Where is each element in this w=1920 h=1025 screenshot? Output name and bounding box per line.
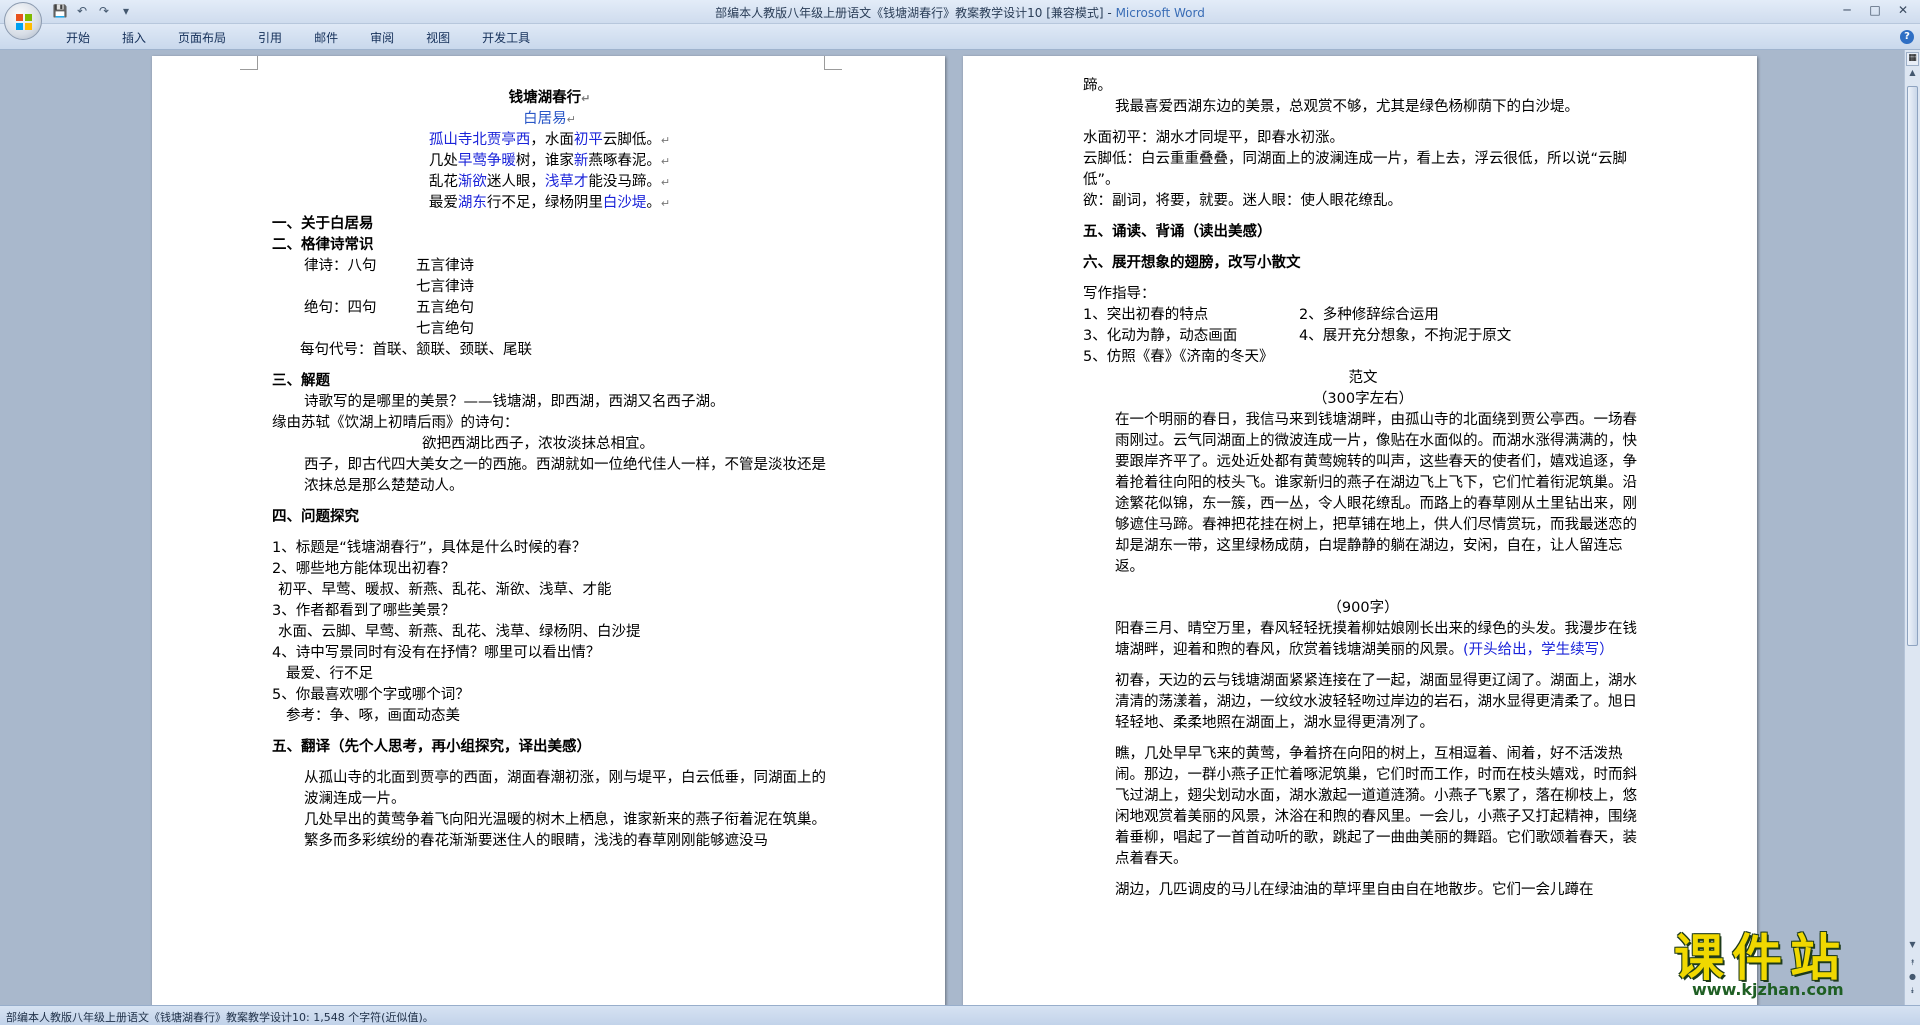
paragraph: 繁多而多彩缤纷的春花渐渐要迷住人的眼睛，浅浅的春草刚刚能够遮没马 — [304, 833, 768, 849]
answer: 初平、早莺、暖叔、新燕、乱花、渐欲、浅草、才能 — [278, 582, 612, 598]
line: （300字左右） — [1312, 391, 1414, 407]
ribbon-tabs: 开始 插入 页面布局 引用 邮件 审阅 视图 开发工具 — [50, 29, 546, 47]
office-button[interactable] — [4, 2, 42, 40]
line: 5、仿照《春》《济南的冬天》 — [1083, 349, 1274, 365]
section-heading: 四、问题探究 — [272, 509, 359, 525]
line: 写作指导： — [1083, 286, 1156, 302]
poem-line: 几处早莺争暖树，谁家新燕啄春泥。↵ — [428, 153, 671, 169]
status-bar: 部编本人教版八年级上册语文《钱塘湖春行》教案教学设计10: 1,548 个字符(… — [0, 1005, 1920, 1025]
paragraph: 湖边，几匹调皮的马儿在绿油油的草坪里自由自在地散步。它们一会儿蹲在 — [1115, 882, 1594, 898]
paragraph: 西子，即古代四大美女之一的西施。西湖就如一位绝代佳人一样，不管是淡妆还是浓抹总是… — [304, 457, 826, 494]
poem-line: 最爱湖东行不足，绿杨阴里白沙堤。↵ — [428, 195, 671, 211]
poem-title: 钱塘湖春行↵ — [508, 90, 591, 106]
scroll-up-icon[interactable]: ▲ — [1906, 68, 1919, 82]
paragraph: 从孤山寺的北面到贾亭的西面，湖面春潮初涨，刚与堤平，白云低垂，同湖面上的波澜连成… — [304, 770, 826, 807]
office-logo-icon — [16, 14, 32, 30]
line: （900字） — [1327, 600, 1399, 616]
status-text: 部编本人教版八年级上册语文《钱塘湖春行》教案教学设计10: 1,548 个字符(… — [6, 1011, 434, 1024]
tab-6[interactable]: 视图 — [410, 29, 466, 47]
paragraph: 云脚低：白云重重叠叠，同湖面上的波澜连成一片，看上去，浮云很低，所以说“云脚低”… — [1083, 151, 1628, 188]
page-right-content[interactable]: 蹄。 我最喜爱西湖东边的美景，总观赏不够，尤其是绿色杨柳荫下的白沙堤。 水面初平… — [1083, 76, 1643, 901]
help-icon[interactable]: ? — [1900, 30, 1914, 44]
tab-4[interactable]: 邮件 — [298, 29, 354, 47]
line: 诗歌写的是哪里的美景？——钱塘湖，即西湖，西湖又名西子湖。 — [304, 394, 725, 410]
tab-0[interactable]: 开始 — [50, 29, 106, 47]
question: 4、诗中写景同时有没有在抒情？哪里可以看出情？ — [272, 645, 601, 661]
line: 蹄。 — [1083, 78, 1112, 94]
previous-page-icon[interactable]: ⯭ — [1906, 958, 1919, 972]
line: 欲：副词，将要，就要。迷人眼：使人眼花缭乱。 — [1083, 193, 1402, 209]
question: 2、哪些地方能体现出初春？ — [272, 561, 456, 577]
section-heading: 六、展开想象的翅膀，改写小散文 — [1083, 255, 1301, 271]
section-heading: 三、解题 — [272, 373, 330, 389]
line: 欲把西湖比西子，浓妆淡抹总相宜。 — [422, 436, 654, 452]
browse-object-icon[interactable]: ● — [1906, 972, 1919, 986]
poem-line: 孤山寺北贾亭西，水面初平云脚低。↵ — [428, 132, 671, 148]
question: 5、你最喜欢哪个字或哪个词？ — [272, 687, 470, 703]
paragraph: 在一个明丽的春日，我信马来到钱塘湖畔，由孤山寺的北面绕到贾公亭西。一场春雨刚过。… — [1115, 412, 1637, 575]
line: 水面初平：湖水才同堤平，即春水初涨。 — [1083, 130, 1344, 146]
section-heading: 五、翻译（先个人思考，再小组探究，译出美感） — [272, 739, 591, 755]
paragraph: 阳春三月、晴空万里，春风轻轻抚摸着柳姑娘刚长出来的绿色的头发。我漫步在钱塘湖畔，… — [1115, 621, 1637, 658]
tab-7[interactable]: 开发工具 — [466, 29, 546, 47]
tab-2[interactable]: 页面布局 — [162, 29, 242, 47]
line: 缘由苏轼《饮湖上初晴后雨》的诗句： — [272, 415, 519, 431]
section-heading: 二、格律诗常识 — [272, 237, 374, 253]
tab-5[interactable]: 审阅 — [354, 29, 410, 47]
page-left-content[interactable]: 钱塘湖春行↵ 白居易↵ 孤山寺北贾亭西，水面初平云脚低。↵ 几处早莺争暖树，谁家新… — [272, 88, 827, 852]
question: 3、作者都看到了哪些美景？ — [272, 603, 456, 619]
vertical-scrollbar[interactable]: ▦ ▲ ▼ ⯭ ● ⯯ — [1904, 50, 1920, 1005]
margin-corner — [240, 56, 258, 70]
next-page-icon[interactable]: ⯯ — [1906, 986, 1919, 1000]
paragraph: 几处早出的黄莺争着飞向阳光温暖的树木上栖息，谁家新来的燕子衔着泥在筑巢。 — [304, 812, 826, 828]
line: 七言绝句 — [416, 321, 474, 337]
maximize-icon[interactable]: □ — [1862, 1, 1888, 19]
title-bar: 💾 ↶ ↷ ▾ 部编本人教版八年级上册语文《钱塘湖春行》教案教学设计10 [兼容… — [0, 0, 1920, 24]
answer: 最爱、行不足 — [286, 666, 373, 682]
poem-author: 白居易↵ — [523, 111, 576, 127]
tab-3[interactable]: 引用 — [242, 29, 298, 47]
window-title: 部编本人教版八年级上册语文《钱塘湖春行》教案教学设计10 [兼容模式] - Mi… — [715, 6, 1205, 20]
poem-line: 乱花渐欲迷人眼，浅草才能没马蹄。↵ — [428, 174, 671, 190]
document-area: 钱塘湖春行↵ 白居易↵ 孤山寺北贾亭西，水面初平云脚低。↵ 几处早莺争暖树，谁家新… — [0, 50, 1904, 1005]
section-heading: 一、关于白居易 — [272, 216, 374, 232]
answer: 水面、云脚、早莺、新燕、乱花、浅草、绿杨阴、白沙提 — [278, 624, 641, 640]
margin-corner — [824, 56, 842, 70]
ruler-toggle-icon[interactable]: ▦ — [1906, 52, 1919, 66]
ribbon: 开始 插入 页面布局 引用 邮件 审阅 视图 开发工具 ? — [0, 24, 1920, 50]
watermark-url: www.kjzhan.com — [1692, 980, 1844, 999]
answer: 参考：争、啄，画面动态美 — [286, 708, 460, 724]
poem-body: 孤山寺北贾亭西，水面初平云脚低。↵ 几处早莺争暖树，谁家新燕啄春泥。↵ 乱花渐欲迷人… — [272, 130, 827, 214]
line: 3、化动为静，动态画面 4、展开充分想象，不拘泥于原文 — [1083, 328, 1512, 344]
page-left: 钱塘湖春行↵ 白居易↵ 孤山寺北贾亭西，水面初平云脚低。↵ 几处早莺争暖树，谁家新… — [152, 56, 945, 1005]
line: 范文 — [1348, 370, 1378, 386]
scroll-down-icon[interactable]: ▼ — [1906, 940, 1919, 954]
question: 1、标题是“钱塘湖春行”，具体是什么时候的春？ — [272, 540, 587, 556]
line: 绝句：四句 五言绝句 — [304, 300, 474, 316]
minimize-icon[interactable]: ─ — [1834, 1, 1860, 19]
paragraph: 初春，天边的云与钱塘湖面紧紧连接在了一起，湖面显得更辽阔了。湖面上，湖水清清的荡… — [1115, 673, 1637, 731]
tab-1[interactable]: 插入 — [106, 29, 162, 47]
line: 每句代号：首联、颔联、颈联、尾联 — [300, 342, 532, 358]
paragraph: 瞧，几处早早飞来的黄莺，争着挤在向阳的树上，互相逗着、闹着，好不活泼热闹。那边，… — [1115, 746, 1637, 867]
section-heading: 五、诵读、背诵（读出美感） — [1083, 224, 1272, 240]
line: 律诗：八句 五言律诗 — [304, 258, 474, 274]
line: 七言律诗 — [416, 279, 474, 295]
page-right: 蹄。 我最喜爱西湖东边的美景，总观赏不够，尤其是绿色杨柳荫下的白沙堤。 水面初平… — [963, 56, 1757, 1005]
window-controls: ─ □ ✕ — [1834, 1, 1916, 19]
site-watermark: 课件站 www.kjzhan.com — [1666, 918, 1906, 1000]
scroll-thumb[interactable] — [1907, 86, 1918, 646]
line: 1、突出初春的特点 2、多种修辞综合运用 — [1083, 307, 1439, 323]
close-icon[interactable]: ✕ — [1890, 1, 1916, 19]
line: 我最喜爱西湖东边的美景，总观赏不够，尤其是绿色杨柳荫下的白沙堤。 — [1115, 99, 1579, 115]
